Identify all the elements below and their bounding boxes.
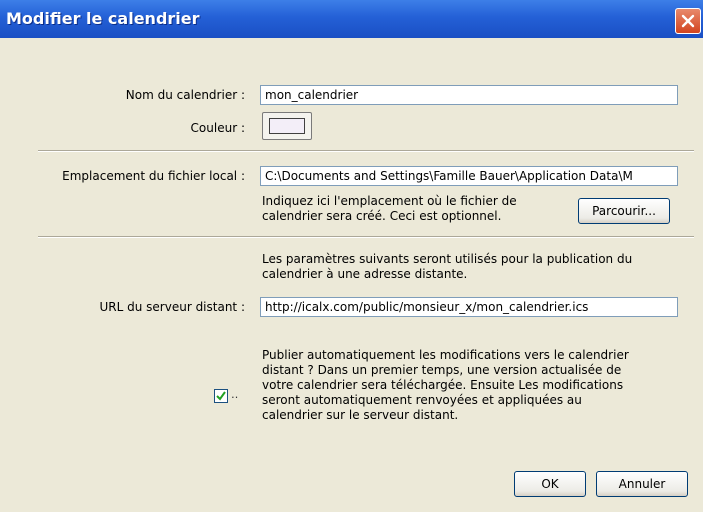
remote-info-line-1: Les paramètres suivants seront utilisés … bbox=[262, 252, 633, 266]
local-file-help: Indiquez ici l'emplacement où le fichier… bbox=[262, 194, 517, 224]
local-file-help-line-2: calendrier sera créé. Ceci est optionnel… bbox=[262, 209, 502, 223]
checkmark-icon bbox=[216, 391, 226, 401]
color-swatch bbox=[269, 118, 305, 134]
calendar-name-input[interactable]: mon_calendrier bbox=[260, 85, 678, 105]
browse-button[interactable]: Parcourir... bbox=[578, 198, 670, 224]
color-label: Couleur : bbox=[190, 121, 245, 135]
auto-publish-line: calendrier sur le serveur distant. bbox=[262, 408, 459, 422]
remote-info-line-2: calendrier à une adresse distante. bbox=[262, 267, 468, 281]
calendar-name-label: Nom du calendrier : bbox=[125, 88, 245, 102]
auto-publish-checkbox[interactable] bbox=[214, 389, 228, 403]
color-picker-button[interactable] bbox=[262, 112, 312, 140]
local-file-help-line-1: Indiquez ici l'emplacement où le fichier… bbox=[262, 194, 517, 208]
remote-url-label: URL du serveur distant : bbox=[99, 300, 246, 314]
local-file-input[interactable]: C:\Documents and Settings\Famille Bauer\… bbox=[260, 166, 678, 186]
local-file-label: Emplacement du fichier local : bbox=[62, 169, 245, 183]
separator-1 bbox=[38, 150, 694, 152]
auto-publish-text: Publier automatiquement les modification… bbox=[262, 348, 629, 423]
close-icon bbox=[681, 14, 695, 28]
remote-url-input[interactable]: http://icalx.com/public/monsieur_x/mon_c… bbox=[260, 297, 678, 317]
remote-info: Les paramètres suivants seront utilisés … bbox=[262, 252, 632, 282]
window-title: Modifier le calendrier bbox=[6, 9, 200, 28]
focus-dash: ‥ bbox=[231, 388, 239, 401]
close-button[interactable] bbox=[675, 8, 701, 34]
auto-publish-line: Publier automatiquement les modification… bbox=[262, 348, 629, 362]
ok-button[interactable]: OK bbox=[514, 471, 586, 497]
auto-publish-line: distant ? Dans un premier temps, une ver… bbox=[262, 363, 622, 377]
auto-publish-line: votre calendrier sera téléchargée. Ensui… bbox=[262, 378, 624, 392]
title-bar[interactable]: Modifier le calendrier bbox=[0, 0, 703, 38]
auto-publish-line: seront automatiquement renvoyées et appl… bbox=[262, 393, 582, 407]
dialog-window: Modifier le calendrier Nom du calendrier… bbox=[0, 0, 703, 512]
cancel-button[interactable]: Annuler bbox=[596, 471, 688, 497]
separator-2 bbox=[38, 236, 694, 238]
